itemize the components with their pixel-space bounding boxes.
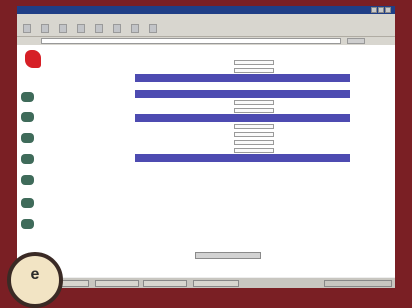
sidebar-item[interactable]: [21, 217, 101, 233]
badge-letter: e: [30, 266, 40, 283]
sidebar-item[interactable]: [21, 131, 101, 147]
checkout-form: [135, 50, 350, 202]
go-button[interactable]: [347, 38, 365, 44]
favorites-button[interactable]: [131, 24, 139, 33]
section-header: [135, 114, 350, 122]
text-field[interactable]: [234, 107, 274, 113]
select-field[interactable]: [234, 99, 274, 105]
nav-icon: [21, 154, 34, 164]
form-row: [135, 82, 350, 90]
page-content: [17, 45, 395, 277]
stop-button[interactable]: [59, 24, 67, 33]
home-button[interactable]: [95, 24, 103, 33]
taskbar-item[interactable]: [95, 280, 139, 287]
letter-badge: e: [7, 252, 63, 308]
refresh-button[interactable]: [77, 24, 85, 33]
form-row: [135, 194, 350, 202]
form-row: [135, 50, 350, 58]
nav-icon: [21, 92, 34, 102]
text-field[interactable]: [234, 59, 274, 65]
form-row: [135, 122, 350, 130]
nav-icon: [21, 133, 34, 143]
back-button[interactable]: [23, 24, 31, 33]
search-button[interactable]: [113, 24, 121, 33]
title-bar: [17, 6, 395, 14]
taskbar: [17, 277, 395, 288]
sidebar-item[interactable]: [21, 173, 101, 189]
submit-button[interactable]: [195, 252, 261, 259]
form-row: [135, 58, 350, 66]
text-field[interactable]: [234, 147, 274, 153]
maximize-button[interactable]: [378, 7, 384, 13]
menu-bar: [17, 14, 395, 21]
nav-icon: [21, 112, 34, 122]
forward-button[interactable]: [41, 24, 49, 33]
taskbar-item[interactable]: [193, 280, 239, 287]
sidebar-item[interactable]: [21, 152, 101, 168]
section-header: [135, 90, 350, 98]
sidebar-item[interactable]: [21, 196, 101, 212]
address-bar: [17, 37, 395, 45]
sidebar: [17, 45, 117, 277]
minimize-button[interactable]: [371, 7, 377, 13]
form-row: [135, 186, 350, 194]
form-row: [135, 106, 350, 114]
sidebar-item[interactable]: [21, 90, 101, 106]
system-tray: [324, 280, 392, 287]
address-input[interactable]: [41, 38, 341, 44]
text-field[interactable]: [234, 67, 274, 73]
close-button[interactable]: [385, 7, 391, 13]
nav-icon: [21, 198, 34, 208]
form-row: [135, 138, 350, 146]
section-header: [135, 154, 350, 162]
text-field[interactable]: [234, 139, 274, 145]
logo: [25, 50, 41, 68]
form-row: [135, 146, 350, 154]
section-header: [135, 74, 350, 82]
sidebar-item[interactable]: [21, 110, 101, 126]
nav-icon: [21, 175, 34, 185]
form-row: [135, 170, 350, 178]
form-row: [135, 130, 350, 138]
select-field[interactable]: [234, 123, 274, 129]
form-row: [135, 98, 350, 106]
taskbar-item[interactable]: [143, 280, 187, 287]
frame: e: [0, 0, 412, 308]
form-row: [135, 178, 350, 186]
form-row: [135, 66, 350, 74]
history-button[interactable]: [149, 24, 157, 33]
browser-window: [17, 6, 395, 288]
nav-icon: [21, 219, 34, 229]
text-field[interactable]: [234, 131, 274, 137]
toolbar: [17, 21, 395, 37]
form-row: [135, 162, 350, 170]
